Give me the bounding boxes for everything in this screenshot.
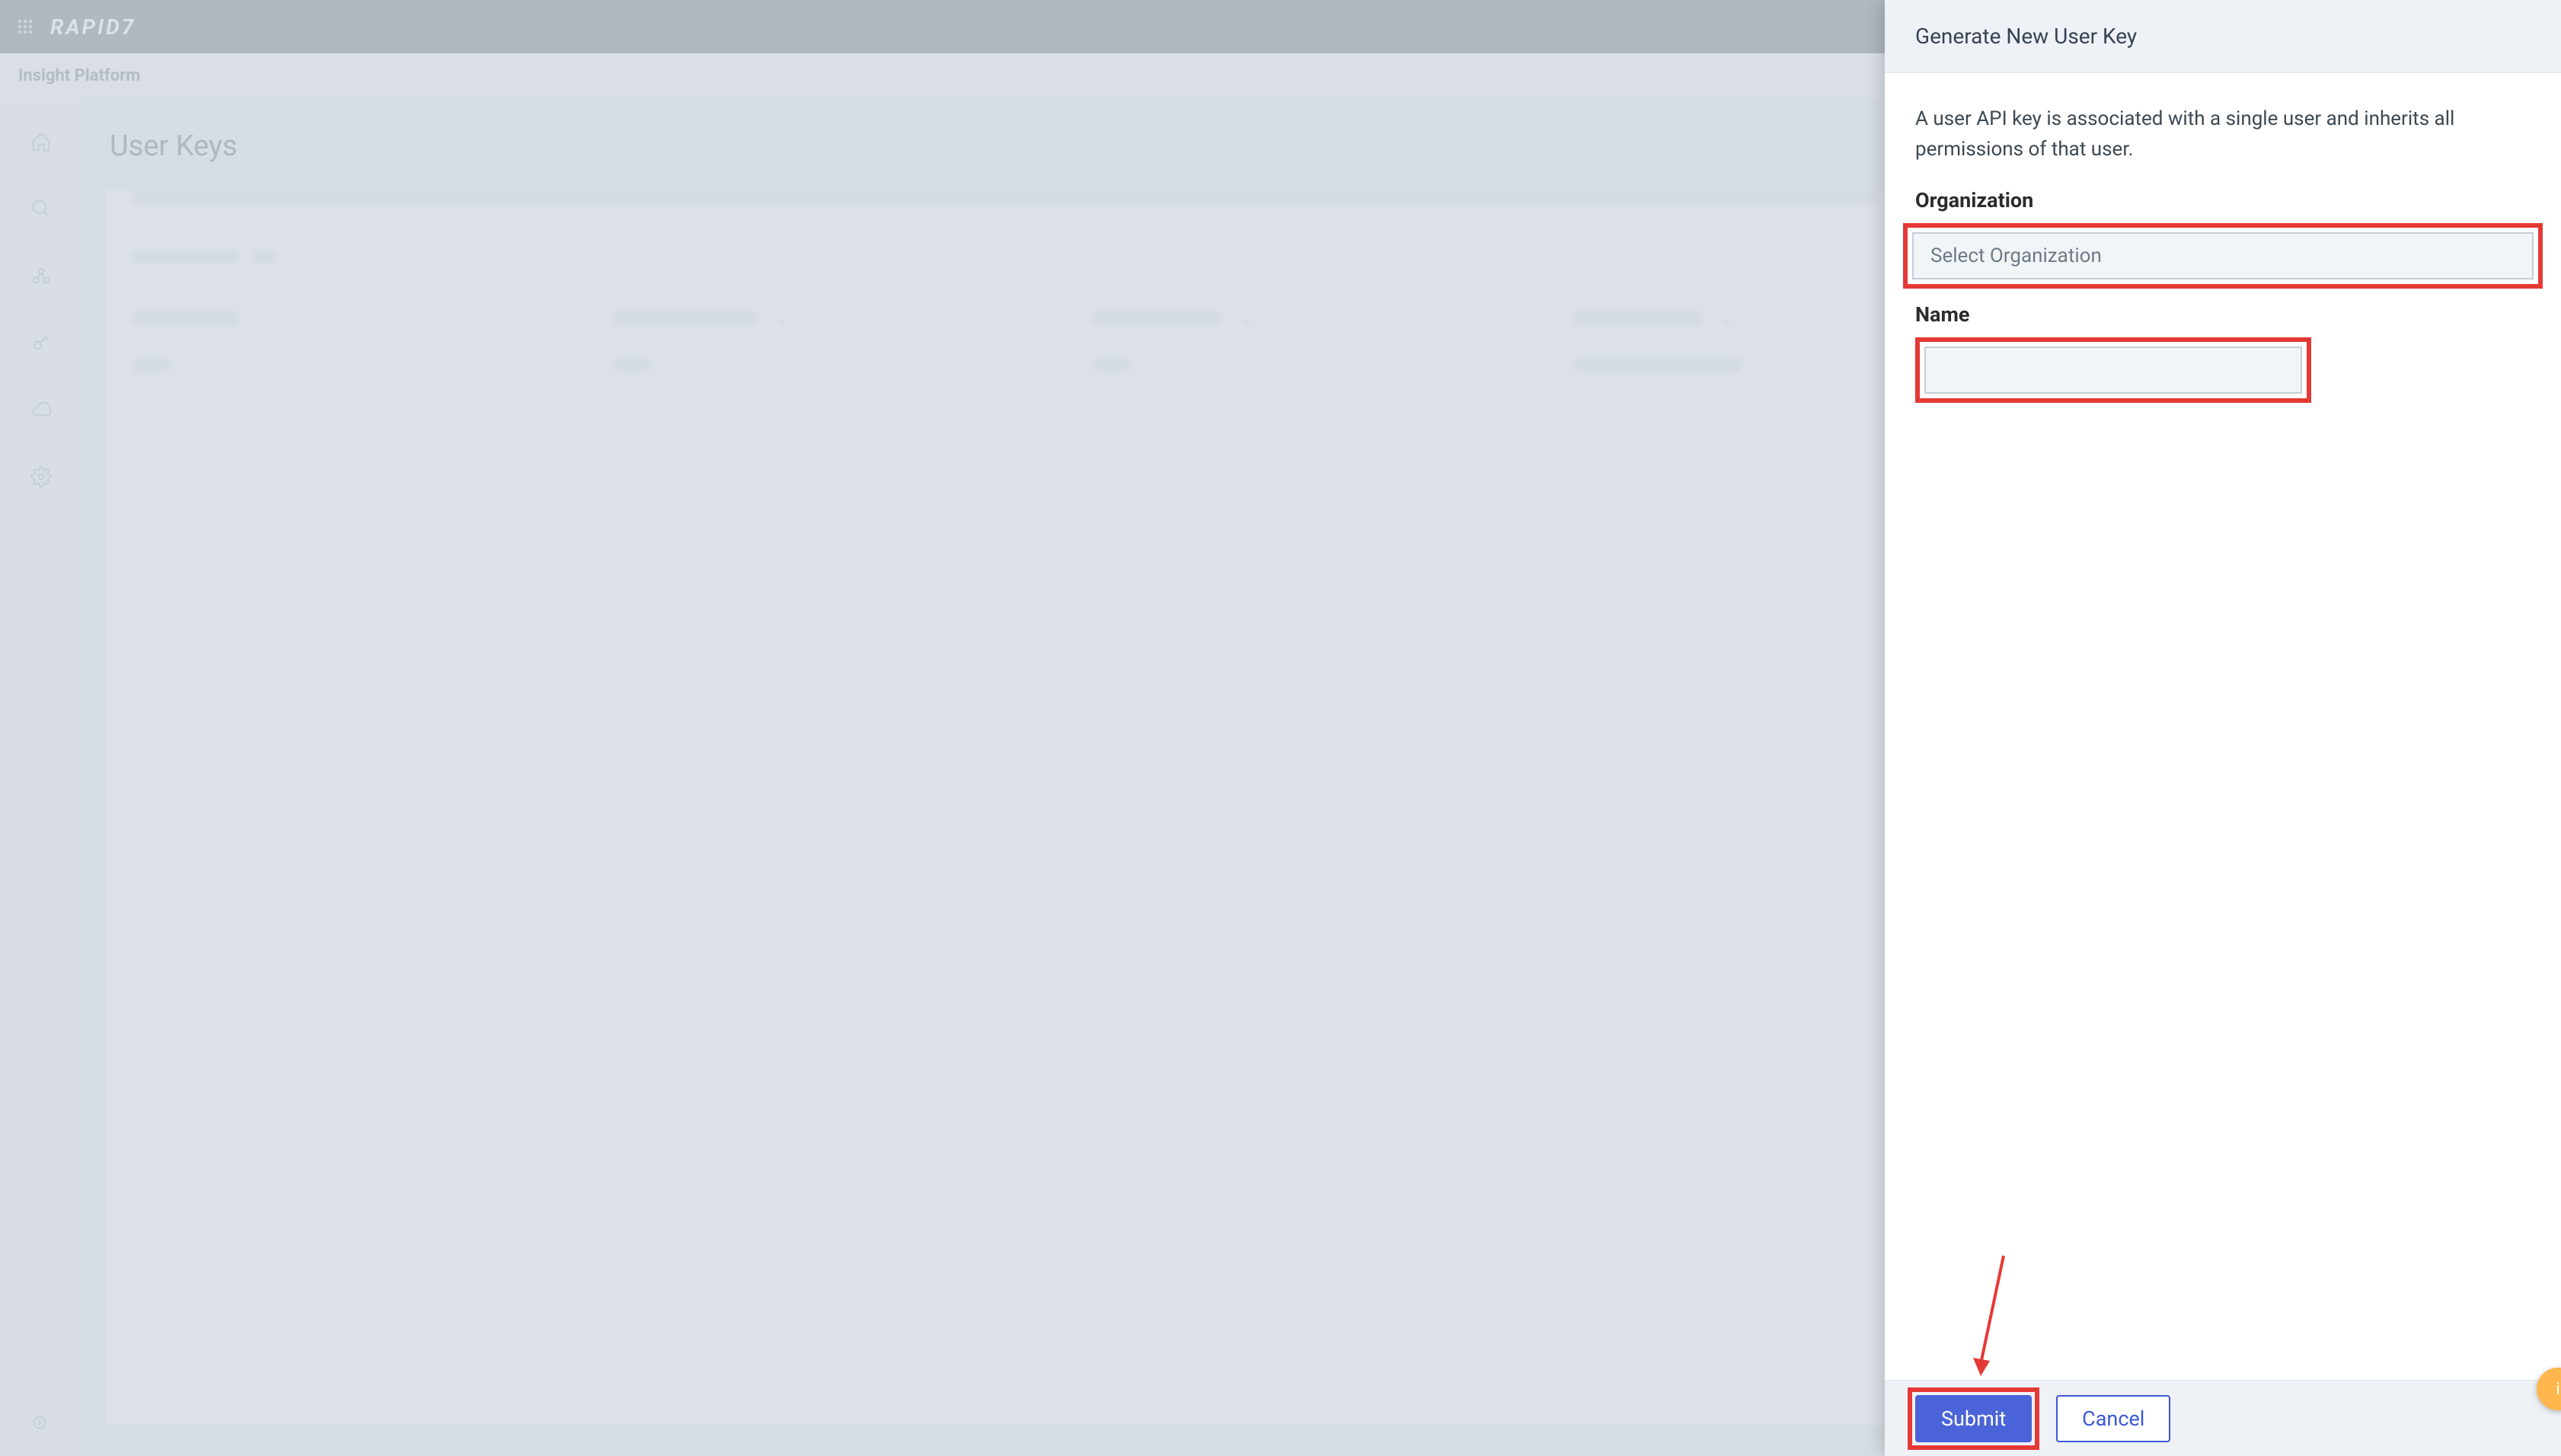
name-input[interactable] — [1943, 348, 2284, 392]
cancel-button[interactable]: Cancel — [2056, 1395, 2170, 1442]
submit-button[interactable]: Submit — [1915, 1395, 2032, 1442]
panel-footer: Submit Cancel — [1885, 1380, 2561, 1456]
organization-label: Organization — [1915, 188, 2531, 212]
name-label: Name — [1915, 302, 2531, 327]
name-input-wrapper — [1924, 346, 2302, 394]
organization-placeholder: Select Organization — [1930, 244, 2102, 267]
panel-description: A user API key is associated with a sing… — [1915, 104, 2531, 165]
panel-title: Generate New User Key — [1885, 0, 2561, 73]
generate-key-panel: Generate New User Key A user API key is … — [1885, 0, 2561, 1456]
help-bubble-text: i — [2556, 1380, 2559, 1399]
organization-select[interactable]: Select Organization — [1912, 232, 2534, 279]
